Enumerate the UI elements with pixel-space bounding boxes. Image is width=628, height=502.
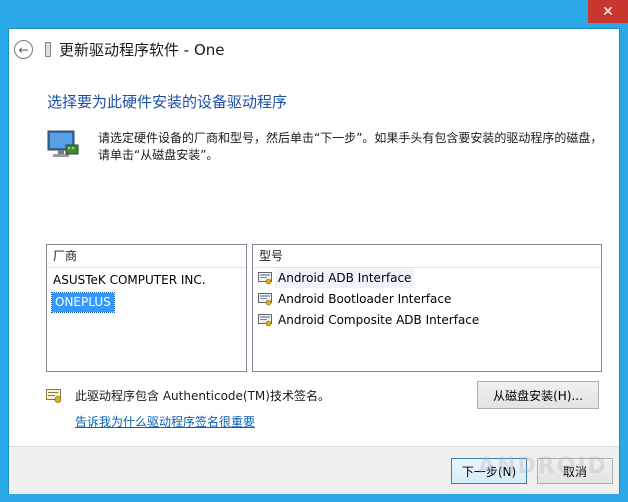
model-item[interactable]: Android Composite ADB Interface xyxy=(258,310,601,331)
model-list[interactable]: 型号 Android ADB Interface Android Bootloa… xyxy=(252,244,602,372)
dialog-title: 更新驱动程序软件 - One xyxy=(59,41,225,59)
model-item[interactable]: Android Bootloader Interface xyxy=(258,289,601,310)
dialog-client-area: ← 更新驱动程序软件 - One 选择要为此硬件安装的设备驱动程序 请选定硬件设… xyxy=(8,28,620,494)
manufacturer-item[interactable]: ASUSTeK COMPUTER INC. xyxy=(53,271,246,290)
dialog-header: ← 更新驱动程序软件 - One xyxy=(9,29,619,71)
model-list-header: 型号 xyxy=(253,245,601,268)
close-icon: ✕ xyxy=(602,3,614,20)
monitor-icon xyxy=(47,130,79,157)
signature-info-link[interactable]: 告诉我为什么驱动程序签名很重要 xyxy=(75,413,255,430)
manufacturer-item-selected[interactable]: ONEPLUS xyxy=(51,292,115,313)
instructions-text: 请选定硬件设备的厂商和型号，然后单击“下一步”。如果手头有包含要安装的驱动程序的… xyxy=(98,131,603,162)
model-item-label: Android ADB Interface xyxy=(275,269,415,288)
have-disk-button[interactable]: 从磁盘安装(H)... xyxy=(477,381,599,409)
signature-status-text: 此驱动程序包含 Authenticode(TM)技术签名。 xyxy=(75,389,330,403)
manufacturer-list-header: 厂商 xyxy=(47,245,246,268)
device-icon xyxy=(45,42,51,57)
page-heading: 选择要为此硬件安装的设备驱动程序 xyxy=(47,93,288,111)
driver-certificate-icon xyxy=(258,272,272,285)
back-button[interactable]: ← xyxy=(14,40,33,59)
driver-certificate-icon xyxy=(258,314,272,327)
driver-certificate-icon xyxy=(258,293,272,306)
close-button[interactable]: ✕ xyxy=(588,0,628,23)
dialog-window: ✕ ← 更新驱动程序软件 - One 选择要为此硬件安装的设备驱动程序 请选定硬… xyxy=(0,0,628,502)
signed-driver-icon xyxy=(46,389,62,403)
back-arrow-icon: ← xyxy=(18,42,29,57)
model-item-label: Android Composite ADB Interface xyxy=(278,313,480,327)
model-item[interactable]: Android ADB Interface xyxy=(258,268,601,289)
watermark: ANDROID xyxy=(478,454,608,479)
manufacturer-list[interactable]: 厂商 ASUSTeK COMPUTER INC. ONEPLUS xyxy=(46,244,247,372)
model-item-label: Android Bootloader Interface xyxy=(278,292,452,306)
